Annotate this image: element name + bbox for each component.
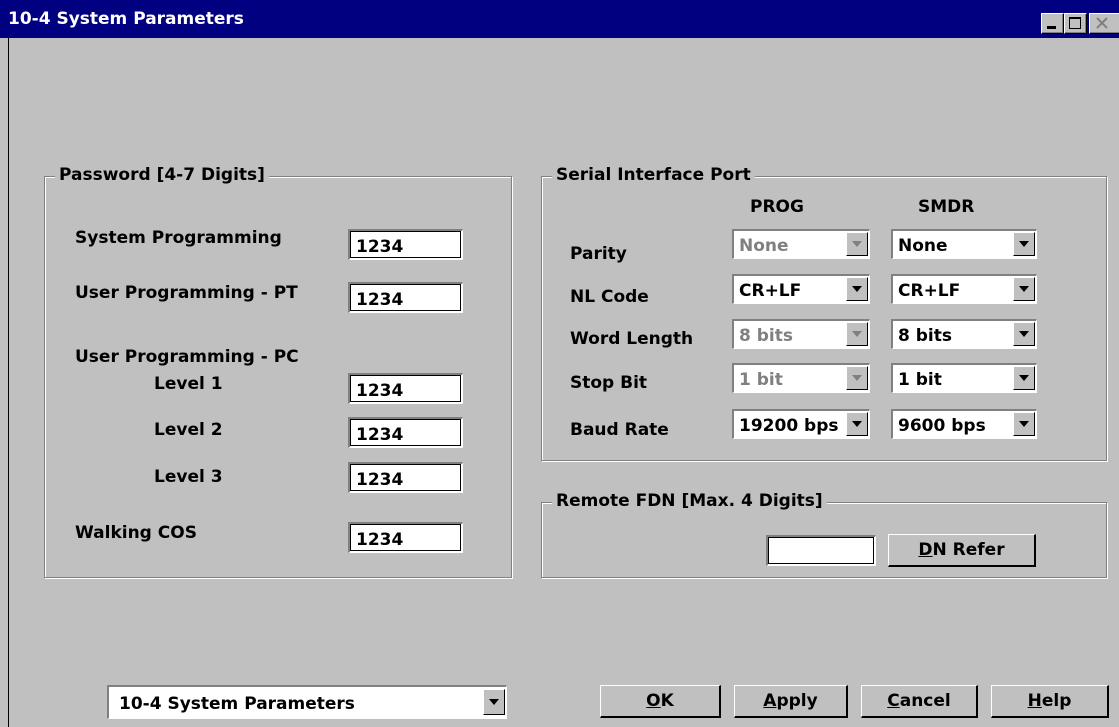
prog-word-length-select[interactable]: 8 bits — [732, 319, 870, 349]
cancel-button[interactable]: Cancel — [861, 685, 978, 718]
close-icon — [1096, 17, 1108, 29]
minimize-icon — [1047, 26, 1056, 29]
dropdown-arrow-icon[interactable] — [1013, 277, 1035, 301]
window-title: 10-4 System Parameters — [8, 9, 244, 29]
baud-rate-label: Baud Rate — [570, 420, 669, 440]
password-group-title: Password [4-7 Digits] — [55, 165, 269, 185]
serial-interface-group-title: Serial Interface Port — [552, 165, 755, 185]
dropdown-arrow-icon[interactable] — [483, 689, 505, 715]
dropdown-arrow-icon[interactable] — [846, 412, 868, 436]
dialog-client-area: Password [4-7 Digits] System Programming… — [8, 38, 1119, 727]
level2-label: Level 2 — [154, 420, 223, 440]
prog-stop-bit-select[interactable]: 1 bit — [732, 363, 870, 393]
user-programming-pc-label: User Programming - PC — [75, 347, 299, 367]
level3-password-input[interactable]: 1234 — [348, 462, 463, 493]
user-programming-pt-label: User Programming - PT — [75, 283, 298, 303]
word-length-label: Word Length — [570, 329, 694, 349]
level1-password-input[interactable]: 1234 — [348, 373, 463, 404]
page-select[interactable]: 10-4 System Parameters — [107, 685, 507, 719]
smdr-nl-code-select[interactable]: CR+LF — [891, 274, 1037, 304]
ok-button[interactable]: OK — [600, 685, 721, 718]
nl-code-label: NL Code — [570, 287, 649, 307]
apply-button[interactable]: Apply — [734, 685, 848, 718]
smdr-word-length-select[interactable]: 8 bits — [891, 319, 1037, 349]
dropdown-arrow-icon[interactable] — [1013, 322, 1035, 346]
close-button[interactable] — [1089, 13, 1119, 34]
dn-refer-button[interactable]: DN Refer — [888, 534, 1036, 567]
prog-nl-code-select[interactable]: CR+LF — [732, 274, 870, 304]
dropdown-arrow-icon[interactable] — [846, 322, 868, 346]
level3-label: Level 3 — [154, 467, 223, 487]
level2-password-input[interactable]: 1234 — [348, 417, 463, 448]
user-programming-pt-password-input[interactable]: 1234 — [348, 282, 463, 313]
serial-interface-group: Serial Interface Port PROG SMDR Parity N… — [541, 165, 1107, 461]
smdr-stop-bit-select[interactable]: 1 bit — [891, 363, 1037, 393]
dropdown-arrow-icon[interactable] — [1013, 232, 1035, 256]
password-group: Password [4-7 Digits] System Programming… — [44, 165, 512, 578]
maximize-icon — [1069, 17, 1081, 29]
smdr-baud-rate-select[interactable]: 9600 bps — [891, 409, 1037, 439]
prog-baud-rate-select[interactable]: 19200 bps — [732, 409, 870, 439]
remote-fdn-group: Remote FDN [Max. 4 Digits] DN Refer — [541, 491, 1107, 578]
walking-cos-label: Walking COS — [75, 523, 197, 543]
smdr-column-header: SMDR — [918, 197, 975, 217]
dropdown-arrow-icon[interactable] — [1013, 366, 1035, 390]
help-button[interactable]: Help — [991, 685, 1109, 718]
remote-fdn-input[interactable] — [766, 535, 876, 566]
smdr-parity-select[interactable]: None — [891, 229, 1037, 259]
dropdown-arrow-icon[interactable] — [846, 232, 868, 256]
system-programming-password-input[interactable]: 1234 — [348, 229, 463, 260]
maximize-button[interactable] — [1064, 13, 1087, 34]
title-bar: 10-4 System Parameters — [0, 0, 1119, 38]
level1-label: Level 1 — [154, 374, 223, 394]
prog-column-header: PROG — [750, 197, 804, 217]
parity-label: Parity — [570, 244, 627, 264]
stop-bit-label: Stop Bit — [570, 373, 648, 393]
system-programming-label: System Programming — [75, 228, 282, 248]
prog-parity-select[interactable]: None — [732, 229, 870, 259]
remote-fdn-group-title: Remote FDN [Max. 4 Digits] — [552, 491, 827, 511]
dropdown-arrow-icon[interactable] — [1013, 412, 1035, 436]
minimize-button[interactable] — [1041, 13, 1064, 34]
walking-cos-password-input[interactable]: 1234 — [348, 522, 463, 553]
dropdown-arrow-icon[interactable] — [846, 277, 868, 301]
dropdown-arrow-icon[interactable] — [846, 366, 868, 390]
